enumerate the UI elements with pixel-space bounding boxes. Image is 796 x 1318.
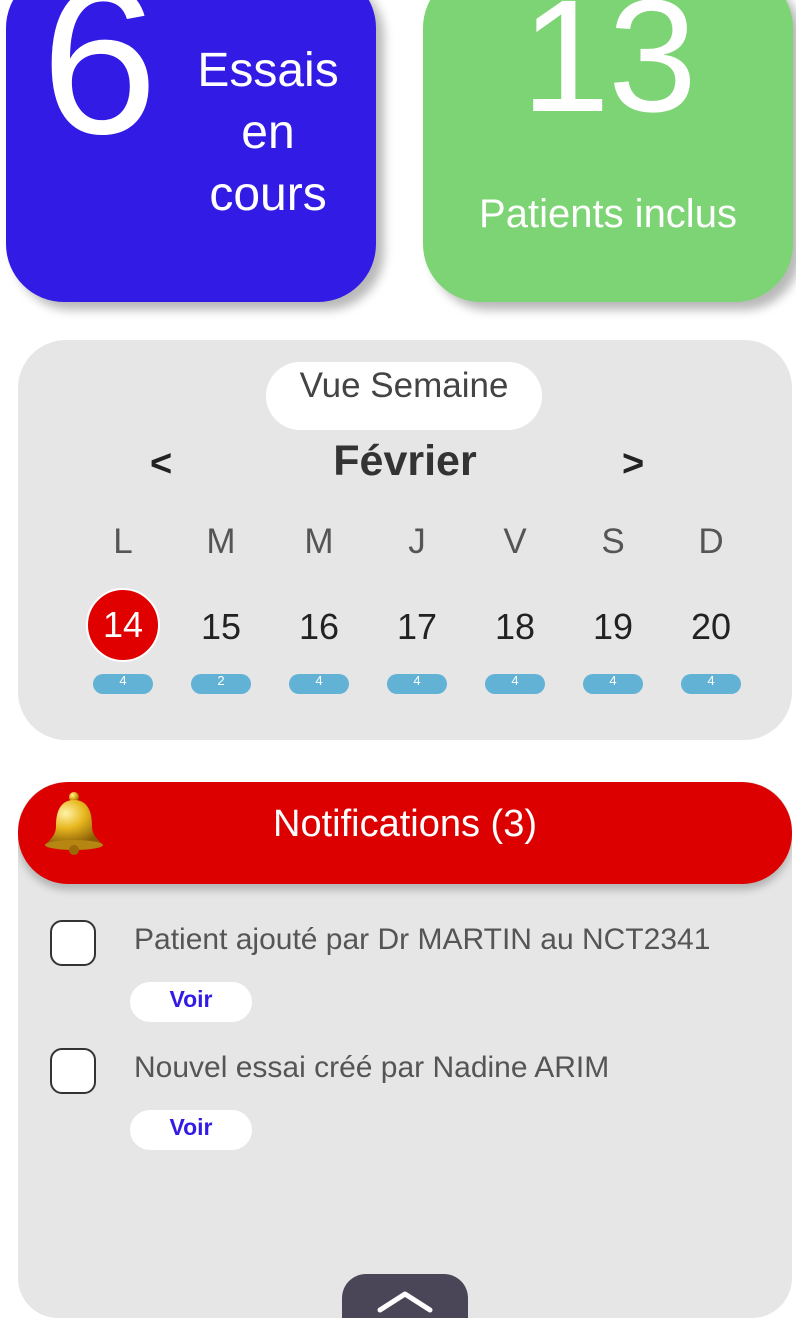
notification-checkbox[interactable] [50,1048,96,1094]
view-button[interactable]: Voir [130,1110,252,1150]
weekday-label: J [408,522,426,561]
notification-item: Nouvel essai créé par Nadine ARIM Voir [18,1038,792,1158]
event-count-badge[interactable]: 4 [387,674,447,694]
notifications-title: Notifications (3) [273,803,537,845]
patients-label: Patients inclus [479,192,737,236]
notification-text: Patient ajouté par Dr MARTIN au NCT2341 [134,923,711,956]
patients-count: 13 [521,0,697,145]
weekday-label: S [601,522,625,561]
notifications-header[interactable]: Notifications (3) [18,782,792,884]
week-calendar: Vue Semaine < Février > L M M J V S D 14… [18,340,792,740]
month-navigation: < Février > [18,436,792,496]
day-cell[interactable]: 17 [381,593,453,661]
day-cell[interactable]: 20 [675,593,747,661]
event-count-row: 4 2 4 4 4 4 4 [74,674,760,694]
notification-text: Nouvel essai créé par Nadine ARIM [134,1051,610,1084]
trials-label-line: Essais [197,44,339,97]
event-count-badge[interactable]: 4 [93,674,153,694]
notification-item: Patient ajouté par Dr MARTIN au NCT2341 … [18,910,792,1030]
patients-included-card[interactable]: 13 Patients inclus [423,0,793,302]
trials-label: Essais en cours [178,40,358,226]
collapse-tab[interactable] [342,1274,468,1318]
day-cell[interactable]: 16 [283,593,355,661]
event-count-badge[interactable]: 2 [191,674,251,694]
event-count-badge[interactable]: 4 [681,674,741,694]
weekday-label: L [113,522,133,561]
day-cell[interactable]: 19 [577,593,649,661]
month-title: Février [333,437,477,485]
event-count-badge[interactable]: 4 [485,674,545,694]
trials-label-line: en [241,106,295,159]
week-view-toggle[interactable]: Vue Semaine [266,362,542,430]
notification-checkbox[interactable] [50,920,96,966]
event-count-badge[interactable]: 4 [289,674,349,694]
day-cell[interactable]: 18 [479,593,551,661]
view-button[interactable]: Voir [130,982,252,1022]
day-cell[interactable]: 15 [185,593,257,661]
weekday-label: V [503,522,527,561]
day-row: 14 15 16 17 18 19 20 [74,588,760,662]
trials-count: 6 [41,0,158,178]
weekday-label: M [206,522,236,561]
weekday-label: M [304,522,334,561]
weekday-header: L M M J V S D [74,520,760,564]
trials-label-line: cours [209,168,327,221]
notifications-panel: Notifications (3) Patient ajouté par Dr … [18,782,792,1318]
next-week-button[interactable]: > [622,442,644,486]
trials-in-progress-card[interactable]: 6 Essais en cours [6,0,376,302]
event-count-badge[interactable]: 4 [583,674,643,694]
chevron-up-icon [377,1291,433,1313]
day-cell-today[interactable]: 14 [86,588,160,662]
weekday-label: D [698,522,724,561]
